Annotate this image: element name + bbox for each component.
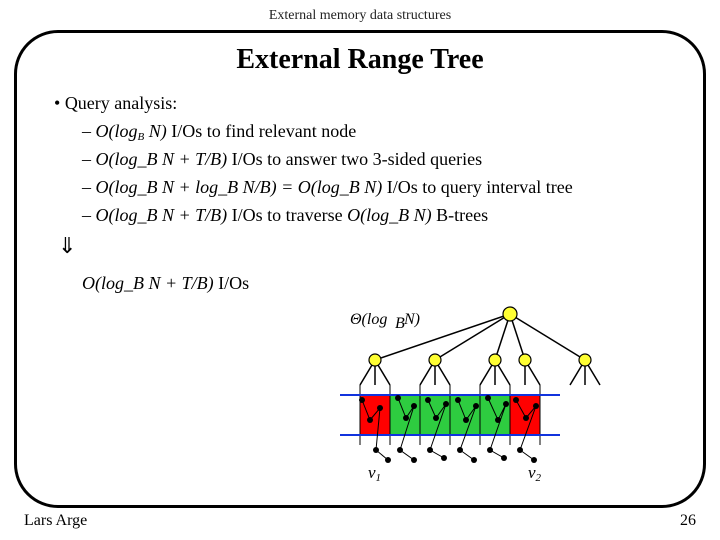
- bullet-text: I/Os to find relevant node: [171, 121, 356, 141]
- v1-text: v: [368, 463, 376, 482]
- label-v1: v1: [368, 463, 381, 483]
- math-expr: O(log_B N + T/B): [82, 273, 214, 293]
- range-tree-figure: Θ(log B N) v1 v2: [280, 300, 640, 485]
- course-title: External memory data structures: [0, 8, 720, 24]
- theta-label-end: N): [403, 311, 420, 328]
- math-expr: O(log_B N): [347, 205, 432, 225]
- math-sub: B: [138, 131, 145, 143]
- math-expr: O(log_B N + log_B N/B) = O(log_B N): [96, 177, 383, 197]
- bullet-text: I/Os to answer two 3-sided queries: [232, 149, 482, 169]
- math-frag: O(log: [96, 121, 138, 141]
- label-v2: v2: [528, 463, 541, 483]
- footer-author: Lars Arge: [24, 512, 87, 530]
- math-frag: N): [144, 121, 167, 141]
- bullet-line-3: O(log_B N + log_B N/B) = O(log_B N) I/Os…: [82, 174, 690, 202]
- bullet-text: B-trees: [436, 205, 488, 225]
- bullet-text: I/Os to traverse: [232, 205, 347, 225]
- v2-text: v: [528, 463, 536, 482]
- down-arrow-icon: ⇓: [58, 229, 690, 263]
- math-expr: O(log_B N + T/B): [96, 149, 228, 169]
- slide-title: External Range Tree: [0, 44, 720, 76]
- bullet-line-1: O(logB N) I/Os to find relevant node: [82, 118, 690, 146]
- footer-page-number: 26: [680, 512, 696, 530]
- v1-sub: 1: [376, 472, 382, 484]
- math-expr: O(log_B N + T/B): [96, 205, 228, 225]
- bullet-line-4: O(log_B N + T/B) I/Os to traverse O(log_…: [82, 202, 690, 230]
- final-line: O(log_B N + T/B) I/Os: [82, 270, 690, 298]
- bullet-main: Query analysis:: [54, 90, 690, 118]
- bullet-line-2: O(log_B N + T/B) I/Os to answer two 3-si…: [82, 146, 690, 174]
- v2-sub: 2: [536, 472, 542, 484]
- figure-svg: Θ(log B N): [280, 300, 640, 485]
- theta-label: Θ(log: [350, 311, 387, 328]
- bullet-text: I/Os to query interval tree: [387, 177, 573, 197]
- bullet-text: I/Os: [218, 273, 249, 293]
- slide-content: Query analysis: O(logB N) I/Os to find r…: [54, 90, 690, 297]
